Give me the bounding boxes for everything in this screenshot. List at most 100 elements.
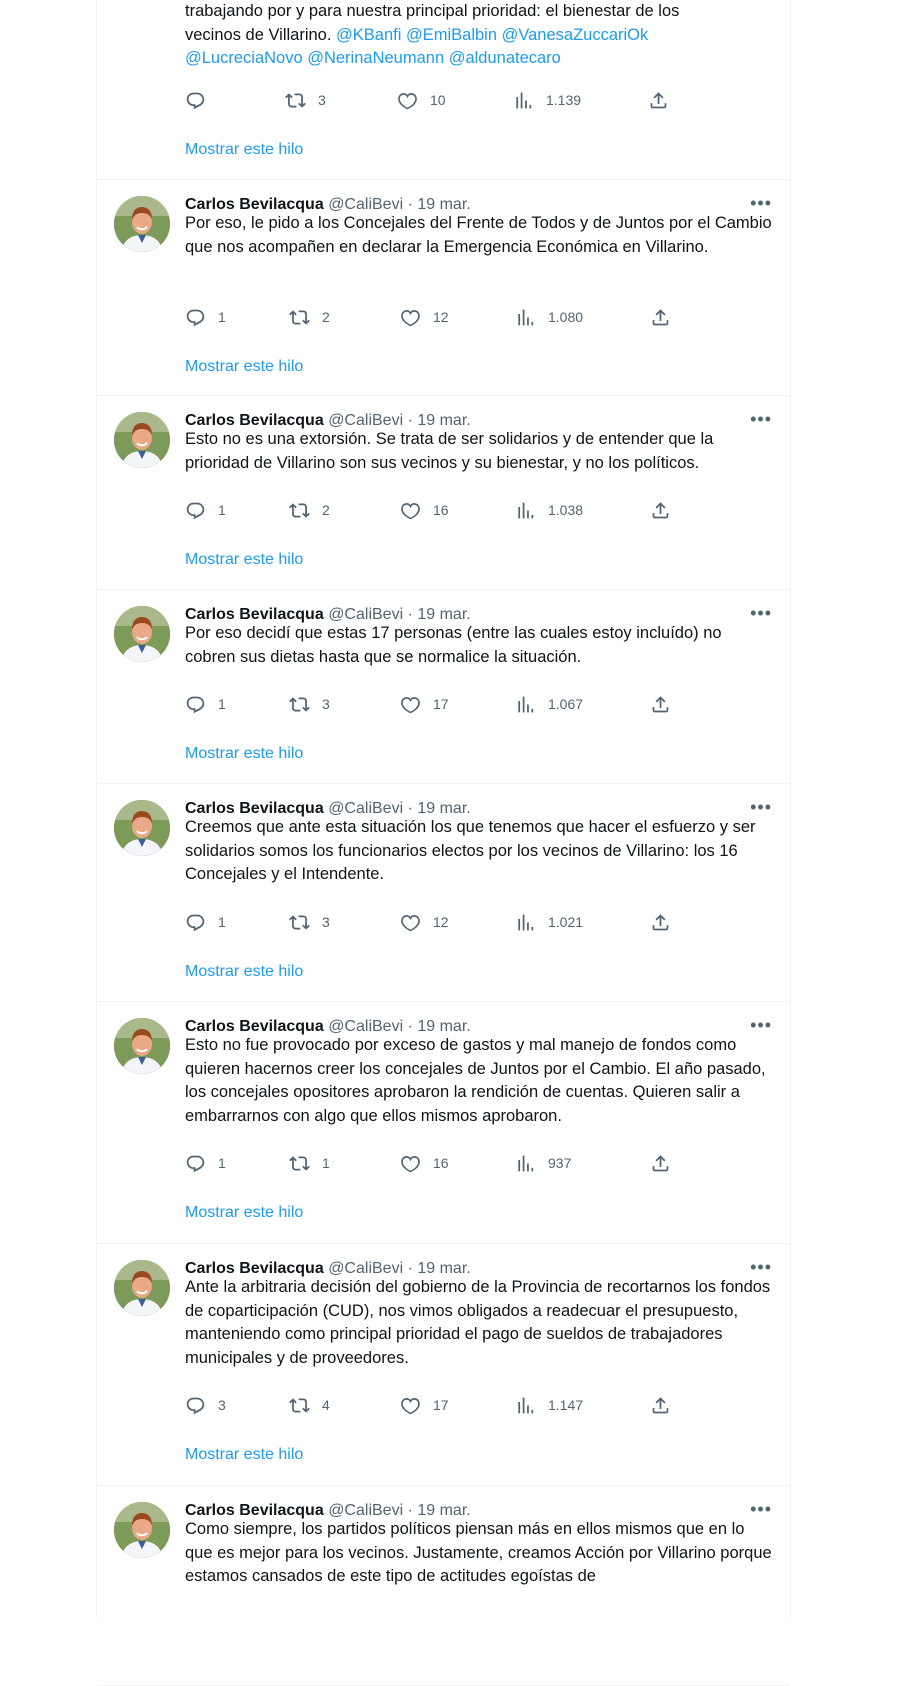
tweet-actions: 3 4 17 1.147 [185,1394,685,1416]
tweet-actions: 1 3 12 1.021 [185,911,685,933]
author-name[interactable]: Carlos Bevilacqua [185,1018,324,1035]
reply-button[interactable]: 1 [185,911,226,933]
author-name[interactable]: Carlos Bevilacqua [185,196,324,213]
show-thread-link[interactable]: Mostrar este hilo [185,1446,303,1464]
retweet-button[interactable]: 1 [289,1152,330,1174]
show-thread-link[interactable]: Mostrar este hilo [185,141,303,159]
avatar[interactable] [114,1260,170,1316]
avatar[interactable] [114,606,170,662]
tweet[interactable]: Carlos Bevilacqua @CaliBevi · 19 mar. •••… [97,784,790,1002]
author-name[interactable]: Carlos Bevilacqua [185,1502,324,1519]
retweet-button[interactable]: 2 [289,499,330,521]
like-button[interactable]: 16 [400,1152,449,1174]
show-thread-link[interactable]: Mostrar este hilo [185,963,303,981]
views-count: 1.080 [548,309,584,325]
avatar[interactable] [114,196,170,252]
tweet-actions: 1 2 12 1.080 [185,306,685,328]
more-icon[interactable]: ••• [750,1256,772,1278]
share-button[interactable] [650,693,683,715]
mention-links[interactable]: @LucreciaNovo @NerinaNeumann @aldunateca… [185,47,775,71]
tweet[interactable]: Carlos Bevilacqua @CaliBevi · 19 mar. •••… [97,180,790,396]
retweet-button[interactable]: 2 [289,306,330,328]
author-name[interactable]: Carlos Bevilacqua [185,1260,324,1277]
tweet-text: Esto no es una extorsión. Se trata de se… [185,430,714,472]
views-button[interactable]: 1.021 [515,911,583,933]
like-count: 17 [433,696,449,712]
tweet[interactable]: Carlos Bevilacqua @CaliBevi · 19 mar. •••… [97,396,790,590]
tweet[interactable]: Carlos Bevilacqua @CaliBevi · 19 mar. •••… [97,1002,790,1244]
show-thread-link[interactable]: Mostrar este hilo [185,358,303,376]
more-icon[interactable]: ••• [750,192,772,214]
more-icon[interactable]: ••• [750,408,772,430]
share-button[interactable] [650,1152,683,1174]
author-handle[interactable]: @CaliBevi [328,196,403,213]
like-button[interactable]: 12 [400,911,449,933]
author-handle[interactable]: @CaliBevi [328,1018,403,1035]
like-button[interactable]: 17 [400,693,449,715]
more-icon[interactable]: ••• [750,1498,772,1520]
retweet-count: 1 [322,1155,330,1171]
avatar[interactable] [114,1502,170,1558]
share-button[interactable] [650,1394,683,1416]
reply-button[interactable]: 1 [185,306,226,328]
reply-button[interactable]: 3 [185,1394,226,1416]
author-name[interactable]: Carlos Bevilacqua [185,412,324,429]
tweet-date[interactable]: 19 mar. [417,412,470,429]
retweet-button[interactable]: 3 [289,693,330,715]
author-name[interactable]: Carlos Bevilacqua [185,606,324,623]
tweet-date[interactable]: 19 mar. [417,1018,470,1035]
show-thread-link[interactable]: Mostrar este hilo [185,1204,303,1222]
tweet-date[interactable]: 19 mar. [417,1502,470,1519]
like-button[interactable]: 17 [400,1394,449,1416]
retweet-button[interactable]: 4 [289,1394,330,1416]
author-handle[interactable]: @CaliBevi [328,412,403,429]
avatar[interactable] [114,1018,170,1074]
views-button[interactable]: 1.038 [515,499,583,521]
views-button[interactable]: 1.139 [513,89,581,111]
reply-icon [185,90,206,111]
share-button[interactable] [650,306,683,328]
share-button[interactable] [648,89,681,111]
tweet[interactable]: Carlos Bevilacqua @CaliBevi · 19 mar. •••… [97,1486,790,1686]
author-handle[interactable]: @CaliBevi [328,1260,403,1277]
reply-button[interactable] [185,89,218,111]
retweet-count: 3 [322,696,330,712]
reply-button[interactable]: 1 [185,499,226,521]
tweet-date[interactable]: 19 mar. [417,800,470,817]
reply-button[interactable]: 1 [185,693,226,715]
profile-photo [114,196,170,252]
share-button[interactable] [650,911,683,933]
retweet-button[interactable]: 3 [285,89,326,111]
tweet-partial[interactable]: trabajando por y para nuestra principal … [97,0,790,180]
author-handle[interactable]: @CaliBevi [328,800,403,817]
tweet[interactable]: Carlos Bevilacqua @CaliBevi · 19 mar. •••… [97,1244,790,1486]
show-thread-link[interactable]: Mostrar este hilo [185,745,303,763]
tweet-date[interactable]: 19 mar. [417,1260,470,1277]
retweet-button[interactable]: 3 [289,911,330,933]
author-handle[interactable]: @CaliBevi [328,606,403,623]
like-button[interactable]: 16 [400,499,449,521]
more-icon[interactable]: ••• [750,602,772,624]
views-button[interactable]: 937 [515,1152,571,1174]
reply-button[interactable]: 1 [185,1152,226,1174]
more-icon[interactable]: ••• [750,796,772,818]
more-icon[interactable]: ••• [750,1014,772,1036]
tweet[interactable]: Carlos Bevilacqua @CaliBevi · 19 mar. •••… [97,590,790,784]
share-button[interactable] [650,499,683,521]
author-handle[interactable]: @CaliBevi [328,1502,403,1519]
mention-links[interactable]: @KBanfi @EmiBalbin @VanesaZuccariOk [336,26,648,44]
retweet-icon [289,694,310,715]
avatar[interactable] [114,800,170,856]
like-button[interactable]: 12 [400,306,449,328]
tweet-date[interactable]: 19 mar. [417,196,470,213]
views-button[interactable]: 1.067 [515,693,583,715]
like-button[interactable]: 10 [397,89,446,111]
author-name[interactable]: Carlos Bevilacqua [185,800,324,817]
tweet-date[interactable]: 19 mar. [417,606,470,623]
views-button[interactable]: 1.147 [515,1394,583,1416]
show-thread-link[interactable]: Mostrar este hilo [185,551,303,569]
share-icon [650,500,671,521]
avatar[interactable] [114,412,170,468]
profile-photo [114,1502,170,1558]
views-button[interactable]: 1.080 [515,306,583,328]
